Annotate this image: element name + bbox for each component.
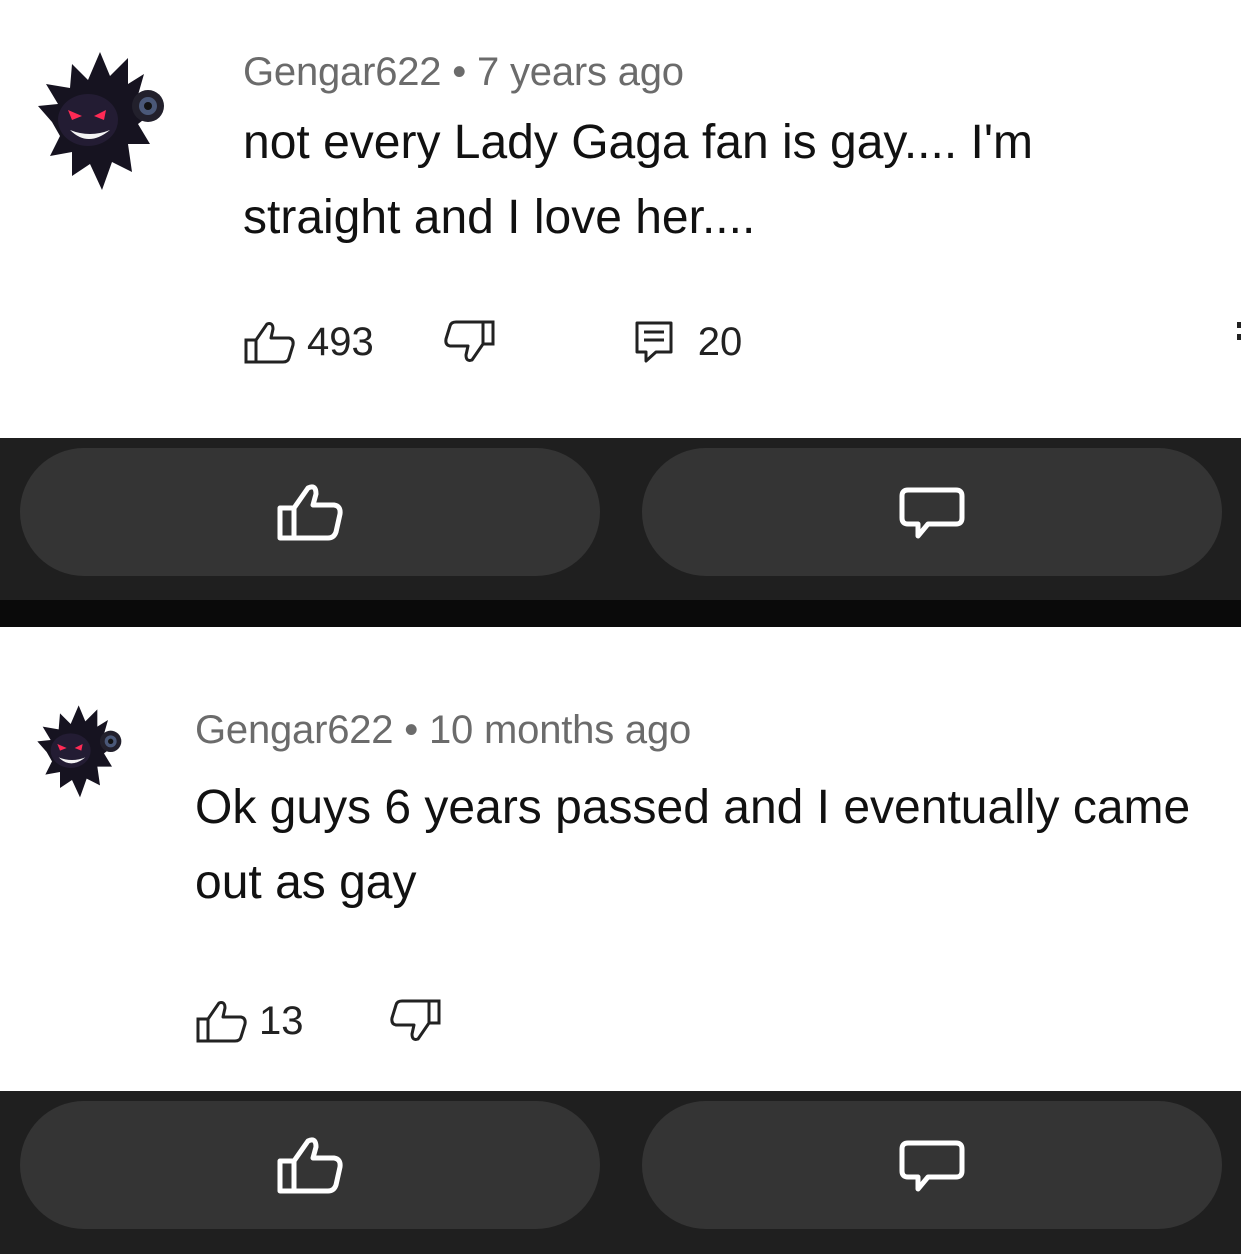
- comment-meta: Gengar622 • 10 months ago: [195, 708, 691, 753]
- like-pill-button[interactable]: [20, 448, 600, 576]
- author-name[interactable]: Gengar622: [243, 50, 442, 94]
- thumbs-up-icon: [196, 1001, 247, 1043]
- like-pill-button[interactable]: [20, 1101, 600, 1229]
- comment-icon: [899, 487, 965, 539]
- dislike-button[interactable]: [388, 999, 442, 1043]
- like-count: 493: [307, 319, 374, 364]
- reply-pill-button[interactable]: [642, 1101, 1222, 1229]
- gengar-avatar-icon: [37, 705, 122, 798]
- author-name[interactable]: Gengar622: [195, 708, 394, 752]
- action-bar: [0, 438, 1241, 600]
- thumbs-down-icon: [389, 999, 440, 1041]
- like-button[interactable]: 493: [243, 320, 374, 365]
- thumbs-up-icon: [277, 484, 343, 541]
- like-button[interactable]: 13: [195, 999, 304, 1044]
- comment-1: Gengar622 • 7 years ago not every Lady G…: [0, 0, 1241, 438]
- section-divider: [0, 600, 1241, 627]
- comment-actions: 13: [195, 993, 442, 1049]
- meta-separator: •: [404, 708, 419, 752]
- thumbs-down-icon: [444, 320, 495, 362]
- thumbs-up-icon: [244, 322, 295, 364]
- avatar[interactable]: [32, 44, 172, 194]
- action-bar: [0, 1091, 1241, 1254]
- reply-pill-button[interactable]: [642, 448, 1222, 576]
- avatar[interactable]: [30, 700, 130, 800]
- comment-icon: [899, 1140, 965, 1192]
- comment-text: not every Lady Gaga fan is gay.... I'm s…: [243, 116, 1034, 244]
- comment-meta: Gengar622 • 7 years ago: [243, 50, 684, 95]
- gengar-avatar-icon: [38, 52, 164, 190]
- reply-button[interactable]: 20: [634, 319, 743, 365]
- comment-actions: 493 20: [243, 316, 742, 368]
- thumbs-up-icon: [277, 1137, 343, 1194]
- meta-separator: •: [452, 50, 467, 94]
- comment-text: Ok guys 6 years passed and I eventually …: [195, 781, 1191, 909]
- timestamp[interactable]: 7 years ago: [477, 50, 684, 94]
- more-options-icon[interactable]: [1235, 318, 1241, 358]
- comment-icon: [635, 321, 673, 363]
- dislike-button[interactable]: [442, 320, 496, 364]
- timestamp[interactable]: 10 months ago: [429, 708, 691, 752]
- reply-count: 20: [697, 319, 743, 364]
- like-count: 13: [259, 998, 304, 1043]
